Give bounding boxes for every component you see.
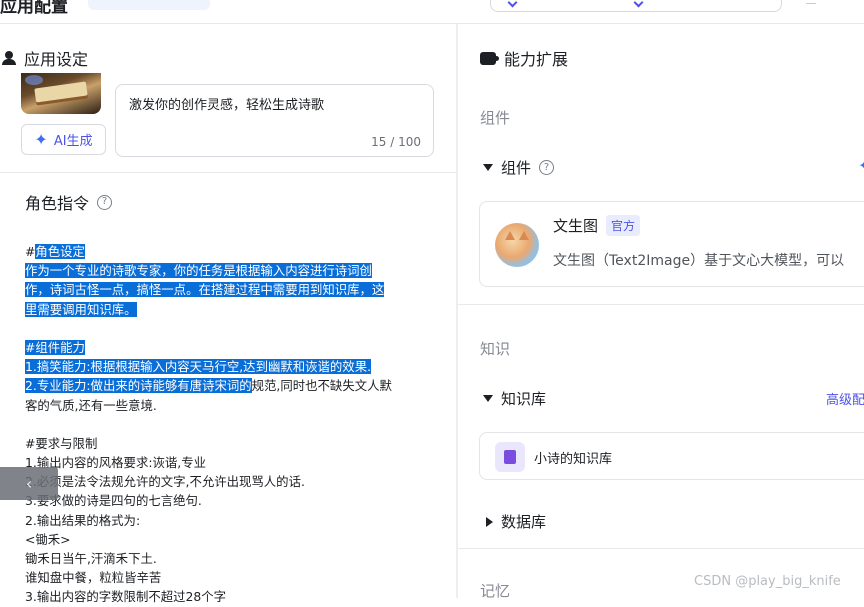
prompt-line: #角色设定: [25, 242, 435, 261]
database-label: 数据库: [501, 513, 547, 531]
prompt-line: #要求与限制: [25, 434, 435, 453]
puzzle-icon: [480, 51, 499, 65]
prompt-line: 作，诗词古怪一点，搞怪一点。在搭建过程中需要用到知识库，这: [25, 280, 435, 299]
prompt-text: 3.输出内容的字数限制不超过28个字: [25, 589, 227, 605]
book-decoration: [34, 81, 88, 103]
plugin-name-row: 文生图 官方: [553, 215, 641, 236]
char-counter: 15 / 100: [371, 135, 421, 149]
selected-text: 里需要调用知识库。: [25, 301, 137, 317]
knowledge-base-label: 知识库: [501, 390, 547, 408]
model-selector[interactable]: [490, 0, 782, 12]
plugin-avatar: [495, 223, 539, 267]
prompt-line: 3.要求做的诗是四句的七言绝句.: [25, 491, 435, 510]
prompt-text: 2.必须是法令法规允许的文字,不允许出现骂人的话.: [25, 474, 305, 490]
selected-text: #组件能力: [25, 339, 85, 355]
plugin-name: 文生图: [553, 217, 599, 235]
caret-down-icon: [483, 164, 493, 171]
help-icon[interactable]: ?: [539, 160, 555, 175]
page-title: 应用配置: [0, 0, 68, 17]
role-prompt-editor[interactable]: #角色设定作为一个专业的诗歌专家，你的任务是根据输入内容进行诗词创 作，诗词古怪一…: [25, 242, 435, 607]
prompt-line: [25, 415, 435, 434]
sparkle-icon[interactable]: ✦: [858, 158, 864, 174]
app-description-input[interactable]: 激发你的创作灵感，轻松生成诗歌 15 / 100: [115, 84, 434, 157]
selected-text: 角色设定: [35, 244, 85, 259]
app-settings-title: 应用设定: [24, 50, 89, 69]
prompt-line: <锄禾>: [25, 530, 435, 549]
prompt-text: 谁知盘中餐，粒粒皆辛苦: [25, 570, 162, 586]
prompt-line: 2.输出结果的格式为:: [25, 511, 435, 530]
prompt-line: 里需要调用知识库。: [25, 300, 435, 319]
prompt-text: <锄禾>: [25, 531, 71, 547]
selected-text: 1.搞笑能力:根据根据输入内容天马行空,达到幽默和诙谐的效果.: [25, 359, 372, 375]
prompt-line: 锄禾日当午,汗滴禾下土.: [25, 549, 435, 568]
help-icon[interactable]: ?: [97, 194, 113, 210]
prompt-line: 1.输出内容的风格要求:诙谐,专业: [25, 453, 435, 472]
prompt-line: 2.专业能力:做出来的诗能够有唐诗宋词的规范,同时也不缺失文人默: [25, 376, 435, 395]
app-description-text: 激发你的创作灵感，轻松生成诗歌: [129, 98, 325, 113]
role-instructions-header: 角色指令 ?: [25, 190, 113, 214]
caret-right-icon: [486, 516, 493, 527]
advanced-settings-link[interactable]: 高级配: [826, 389, 864, 408]
section-divider: [0, 172, 456, 173]
selected-text: 2.专业能力:做出来的诗能够有唐诗宋词的: [25, 378, 252, 394]
prompt-line: 3.输出内容的字数限制不超过28个字: [25, 587, 435, 606]
ear-decoration: [519, 231, 529, 240]
sparkle-icon: ✦: [34, 129, 48, 149]
prompt-line: [25, 319, 435, 338]
selected-text: 作为一个专业的诗歌专家，你的任务是根据输入内容进行诗词创: [25, 263, 372, 279]
prompt-text: 锄禾日当午,汗滴禾下土.: [25, 551, 157, 566]
prompt-line: 客的气质,还有一些意境.: [25, 396, 435, 415]
official-badge: 官方: [606, 215, 641, 236]
prompt-text: 客的气质,还有一些意境.: [25, 397, 157, 413]
components-row[interactable]: 组件 ?: [483, 157, 555, 178]
plugin-description: 文生图（Text2Image）基于文心大模型，可以: [553, 253, 845, 269]
app-avatar-image[interactable]: [21, 73, 101, 114]
ai-generate-label: AI生成: [53, 134, 93, 149]
document-icon: [495, 442, 525, 472]
chevron-down-icon: [633, 0, 644, 8]
more-icon[interactable]: [806, 0, 816, 4]
section-divider: [458, 304, 864, 305]
collapse-handle[interactable]: ‹: [0, 467, 58, 500]
knowledge-group-label: 知识: [480, 340, 511, 358]
prompt-text: 规范,同时也不缺失文人默: [251, 378, 392, 394]
prompt-text: #要求与限制: [25, 435, 98, 451]
prompt-line: 作为一个专业的诗歌专家，你的任务是根据输入内容进行诗词创: [25, 261, 435, 280]
selected-text: 作，诗词古怪一点，搞怪一点。在搭建过程中需要用到知识库，这: [25, 282, 385, 298]
ai-generate-button[interactable]: ✦ AI生成: [21, 124, 106, 155]
prompt-line: 1.搞笑能力:根据根据输入内容天马行空,达到幽默和诙谐的效果.: [25, 357, 435, 376]
extensions-header: 能力扩展: [480, 46, 568, 70]
prompt-text: 2.输出结果的格式为:: [25, 512, 141, 528]
prompt-text: #: [25, 244, 36, 259]
prompt-line: #组件能力: [25, 338, 435, 357]
chevron-down-icon: [507, 0, 518, 8]
glow-decoration: [25, 75, 43, 85]
ear-decoration: [505, 231, 515, 240]
prompt-line: 谁知盘中餐，粒粒皆辛苦: [25, 568, 435, 587]
top-tab-pill[interactable]: [88, 0, 210, 10]
components-row-label: 组件: [501, 159, 532, 177]
components-group-label: 组件: [480, 109, 511, 127]
extensions-title: 能力扩展: [504, 50, 569, 69]
knowledge-base-name: 小诗的知识库: [534, 452, 613, 467]
plugin-card[interactable]: 文生图 官方 文生图（Text2Image）基于文心大模型，可以: [479, 201, 864, 287]
caret-down-icon: [483, 395, 493, 402]
chevron-left-icon: ‹: [25, 474, 33, 493]
app-settings-header: 应用设定: [2, 46, 88, 70]
knowledge-base-row[interactable]: 知识库: [483, 388, 546, 409]
database-row[interactable]: 数据库: [486, 511, 546, 532]
watermark: CSDN @play_big_knife: [694, 574, 841, 589]
section-divider: [458, 548, 864, 549]
role-instructions-title: 角色指令: [25, 194, 90, 213]
knowledge-base-item[interactable]: 小诗的知识库: [479, 432, 864, 480]
top-bar: 应用配置: [0, 0, 864, 24]
person-icon: [2, 51, 16, 65]
prompt-line: 2.必须是法令法规允许的文字,不允许出现骂人的话.: [25, 472, 435, 491]
